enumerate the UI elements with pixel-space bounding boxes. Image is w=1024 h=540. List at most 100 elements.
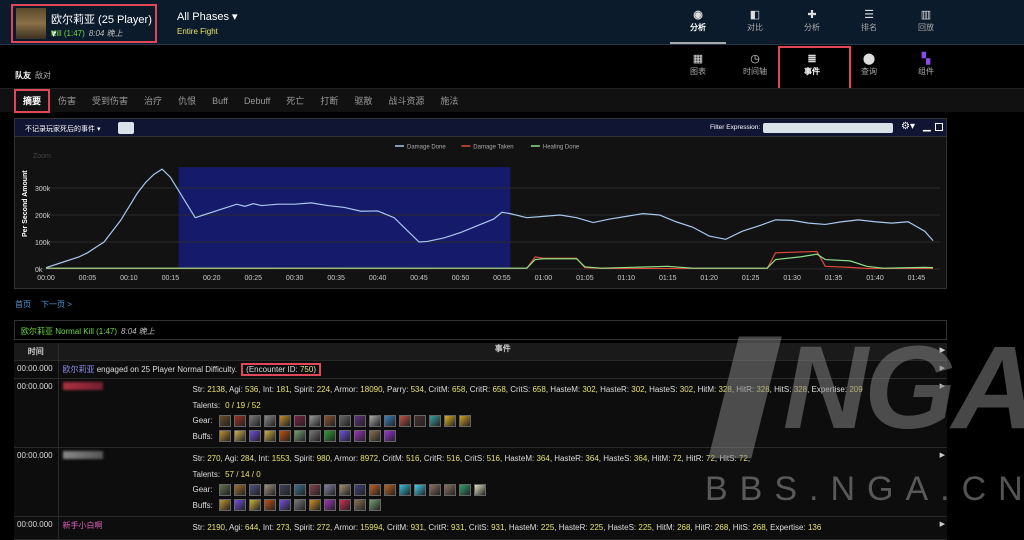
zoom-selection[interactable]	[178, 167, 511, 269]
legend-label[interactable]: Healing Done	[543, 145, 580, 151]
gear-item-icon[interactable]	[443, 483, 456, 496]
gear-item-icon[interactable]	[368, 483, 381, 496]
gear-item-icon[interactable]	[233, 483, 246, 496]
gear-item-icon[interactable]	[383, 483, 396, 496]
gear-item-icon[interactable]	[413, 414, 426, 427]
tab-3[interactable]: 治疗	[136, 89, 170, 113]
view-widgets[interactable]: ▚ 组件	[898, 52, 954, 77]
buff-icon[interactable]	[293, 499, 306, 512]
filter-expression-input[interactable]	[763, 123, 893, 133]
buff-icon[interactable]	[338, 499, 351, 512]
buff-icon[interactable]	[233, 430, 246, 443]
legend-label[interactable]: Damage Taken	[473, 145, 513, 151]
buff-icon[interactable]	[248, 499, 261, 512]
buff-icon[interactable]	[353, 430, 366, 443]
buff-icon[interactable]	[263, 430, 276, 443]
gear-item-icon[interactable]	[278, 483, 291, 496]
buff-icon[interactable]	[323, 499, 336, 512]
damage-chart[interactable]: 0k 100k 200k 300k Zoom Per Second Amount 00:00…	[15, 137, 946, 288]
gear-icon[interactable]: ⚙▾	[901, 121, 915, 132]
tab-0[interactable]: 摘要	[14, 88, 51, 113]
gear-item-icon[interactable]	[473, 483, 486, 496]
buff-icon[interactable]	[353, 499, 366, 512]
tab-1[interactable]: 伤害	[50, 89, 84, 113]
gear-item-icon[interactable]	[323, 414, 336, 427]
buff-icon[interactable]	[218, 430, 231, 443]
gear-item-icon[interactable]	[428, 483, 441, 496]
gear-item-icon[interactable]	[353, 483, 366, 496]
col-time[interactable]: 时间	[14, 343, 59, 361]
gear-item-icon[interactable]	[443, 414, 456, 427]
option-checkbox[interactable]	[118, 122, 134, 134]
tab-6[interactable]: Debuff	[236, 89, 278, 113]
gear-item-icon[interactable]	[293, 483, 306, 496]
tab-7[interactable]: 死亡	[278, 89, 312, 113]
friendly-toggle[interactable]: 队友	[15, 71, 31, 80]
enemy-toggle[interactable]: 敌对	[35, 71, 51, 80]
buff-icon[interactable]	[323, 430, 336, 443]
gear-item-icon[interactable]	[278, 414, 291, 427]
first-page-link[interactable]: 首页	[15, 300, 31, 309]
death-events-option[interactable]: 不记录玩家死后的事件 ▾	[25, 124, 100, 134]
player-name-blurred[interactable]	[62, 382, 103, 390]
view-clock[interactable]: ◷ 时间轴	[727, 52, 783, 77]
gear-item-icon[interactable]	[263, 483, 276, 496]
tab-10[interactable]: 战斗资源	[380, 89, 432, 113]
buff-icon[interactable]	[293, 430, 306, 443]
boss-link[interactable]: 欧尔莉亚	[63, 365, 95, 374]
tab-4[interactable]: 仇恨	[170, 89, 204, 113]
gear-item-icon[interactable]	[293, 414, 306, 427]
nav-replay[interactable]: ▥ 回放	[898, 8, 954, 33]
gear-item-icon[interactable]	[233, 414, 246, 427]
fight-selector[interactable]: 欧尔莉亚 (25 Player) ▾ Kill (1:47) 8:04 晚上	[11, 4, 157, 43]
nav-ranking[interactable]: ☰ 排名	[841, 8, 897, 33]
view-grid[interactable]: ▦ 图表	[670, 52, 726, 77]
buff-icon[interactable]	[278, 430, 291, 443]
tab-8[interactable]: 打断	[312, 89, 346, 113]
gear-item-icon[interactable]	[338, 483, 351, 496]
gear-item-icon[interactable]	[413, 483, 426, 496]
minimize-icon[interactable]: ▁	[923, 121, 931, 132]
next-page-link[interactable]: 下一页 >	[41, 300, 72, 309]
buff-icon[interactable]	[383, 430, 396, 443]
nav-compare[interactable]: ◧ 对比	[727, 8, 783, 33]
gear-item-icon[interactable]	[218, 483, 231, 496]
gear-item-icon[interactable]	[398, 483, 411, 496]
buff-icon[interactable]	[308, 430, 321, 443]
legend-label[interactable]: Damage Done	[407, 145, 446, 151]
gear-item-icon[interactable]	[383, 414, 396, 427]
player-name[interactable]: 新手小白啊	[63, 520, 103, 531]
nav-eye[interactable]: ◉ 分析	[670, 8, 726, 33]
gear-item-icon[interactable]	[458, 414, 471, 427]
gear-item-icon[interactable]	[308, 414, 321, 427]
nav-puzzle[interactable]: ✚ 分析	[784, 8, 840, 33]
buff-icon[interactable]	[368, 430, 381, 443]
player-name-blurred[interactable]	[62, 451, 103, 459]
buff-icon[interactable]	[278, 499, 291, 512]
buff-icon[interactable]	[263, 499, 276, 512]
buff-icon[interactable]	[233, 499, 246, 512]
gear-item-icon[interactable]	[248, 414, 261, 427]
buff-icon[interactable]	[338, 430, 351, 443]
gear-item-icon[interactable]	[458, 483, 471, 496]
buff-icon[interactable]	[248, 430, 261, 443]
maximize-icon[interactable]	[935, 123, 943, 131]
buff-icon[interactable]	[218, 499, 231, 512]
gear-item-icon[interactable]	[428, 414, 441, 427]
gear-item-icon[interactable]	[323, 483, 336, 496]
gear-item-icon[interactable]	[398, 414, 411, 427]
gear-item-icon[interactable]	[338, 414, 351, 427]
tab-11[interactable]: 施法	[432, 89, 466, 113]
phase-selector[interactable]: All Phases ▾	[177, 10, 238, 23]
tab-2[interactable]: 受到伤害	[84, 89, 136, 113]
tab-5[interactable]: Buff	[204, 89, 236, 113]
gear-item-icon[interactable]	[368, 414, 381, 427]
tab-9[interactable]: 驱散	[346, 89, 380, 113]
buff-icon[interactable]	[308, 499, 321, 512]
gear-item-icon[interactable]	[218, 414, 231, 427]
expand-arrow-icon[interactable]: ▶	[940, 520, 945, 528]
gear-item-icon[interactable]	[308, 483, 321, 496]
gear-item-icon[interactable]	[248, 483, 261, 496]
buff-icon[interactable]	[368, 499, 381, 512]
gear-item-icon[interactable]	[263, 414, 276, 427]
